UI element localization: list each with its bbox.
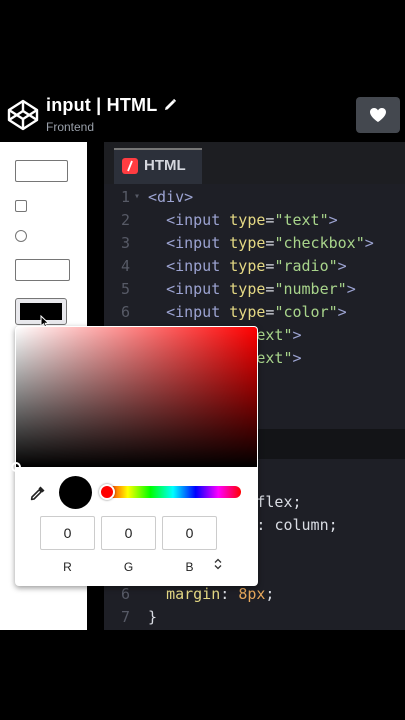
blue-label: B xyxy=(185,560,194,574)
html-badge-icon xyxy=(122,158,138,174)
code-token: "number" xyxy=(274,280,347,298)
line-number: 1 xyxy=(120,188,130,206)
green-value-input[interactable]: 0 xyxy=(101,516,156,550)
color-picker-popup: 0 0 0 R G B xyxy=(11,326,258,586)
red-label: R xyxy=(63,560,72,574)
code-token: <div> xyxy=(148,188,194,206)
code-token: "color" xyxy=(274,303,338,321)
code-token: <input xyxy=(166,303,230,321)
preview-checkbox[interactable] xyxy=(15,200,27,212)
blue-value-input[interactable]: 0 xyxy=(162,516,217,550)
code-token: > xyxy=(364,234,374,252)
saturation-handle[interactable] xyxy=(11,462,21,472)
code-token: 8px xyxy=(238,585,266,603)
code-token: ; xyxy=(292,493,302,511)
tab-html[interactable]: HTML xyxy=(114,148,202,184)
code-token: <input xyxy=(166,211,230,229)
code-token: > xyxy=(328,211,338,229)
red-value-input[interactable]: 0 xyxy=(40,516,95,550)
current-color-preview xyxy=(59,476,92,509)
format-toggle-button[interactable] xyxy=(214,558,222,573)
code-token: type xyxy=(229,303,266,321)
line-number: 2 xyxy=(120,211,130,229)
preview-radio[interactable] xyxy=(15,230,27,242)
code-token: "text" xyxy=(274,211,329,229)
code-text: <div> xyxy=(148,188,193,206)
code-token: : xyxy=(220,585,239,603)
code-token: column xyxy=(274,516,329,534)
code-text: <input type="text"> xyxy=(148,211,338,229)
code-token: <input xyxy=(166,257,230,275)
line-number: 4 xyxy=(120,257,130,275)
preview-text-input[interactable] xyxy=(15,160,68,182)
code-token: type xyxy=(229,234,266,252)
code-token: > xyxy=(292,326,302,344)
code-token: type xyxy=(229,280,266,298)
preview-number-input[interactable] xyxy=(15,259,70,281)
code-text: <input type="checkbox"> xyxy=(148,234,374,252)
code-token: <input xyxy=(166,280,230,298)
heart-icon xyxy=(370,108,386,122)
code-token: : xyxy=(256,516,275,534)
pen-title[interactable]: input | HTML xyxy=(46,95,177,116)
line-number: 3 xyxy=(120,234,130,252)
green-label: G xyxy=(123,560,134,574)
code-token: > xyxy=(292,349,302,367)
codepen-logo-icon[interactable] xyxy=(6,98,40,132)
code-token: } xyxy=(148,608,158,626)
code-token: "checkbox" xyxy=(274,234,365,252)
code-token: > xyxy=(337,257,347,275)
code-text: <input type="color"> xyxy=(148,303,347,321)
code-text: <input type="radio"> xyxy=(148,257,347,275)
pen-header: input | HTML Frontend xyxy=(0,90,405,142)
pen-owner[interactable]: Frontend xyxy=(46,120,94,134)
code-token: > xyxy=(346,280,356,298)
line-number: 6 xyxy=(120,585,130,603)
code-token: > xyxy=(337,303,347,321)
line-number: 5 xyxy=(120,280,130,298)
like-button[interactable] xyxy=(356,97,400,133)
line-number: 6 xyxy=(120,303,130,321)
pencil-icon[interactable] xyxy=(163,98,177,112)
pen-title-text: input | HTML xyxy=(46,95,158,115)
fold-arrow-icon[interactable]: ▾ xyxy=(134,191,140,202)
code-text: } xyxy=(148,608,157,626)
eyedropper-icon[interactable] xyxy=(29,484,47,502)
code-token: margin xyxy=(166,585,221,603)
code-text: margin: 8px; xyxy=(148,585,274,603)
code-token: flex xyxy=(256,493,293,511)
saturation-area[interactable] xyxy=(11,327,257,472)
code-token: ; xyxy=(265,585,275,603)
code-token: type xyxy=(229,211,266,229)
hue-slider[interactable] xyxy=(99,484,241,500)
up-down-chevron-icon xyxy=(214,558,222,570)
code-token: type xyxy=(229,257,266,275)
code-token: "radio" xyxy=(274,257,338,275)
hue-slider-handle[interactable] xyxy=(99,484,115,500)
line-number: 7 xyxy=(120,608,130,626)
code-token: ; xyxy=(328,516,338,534)
code-token: <input xyxy=(166,234,230,252)
code-text: <input type="number"> xyxy=(148,280,356,298)
tab-html-label: HTML xyxy=(144,157,186,174)
